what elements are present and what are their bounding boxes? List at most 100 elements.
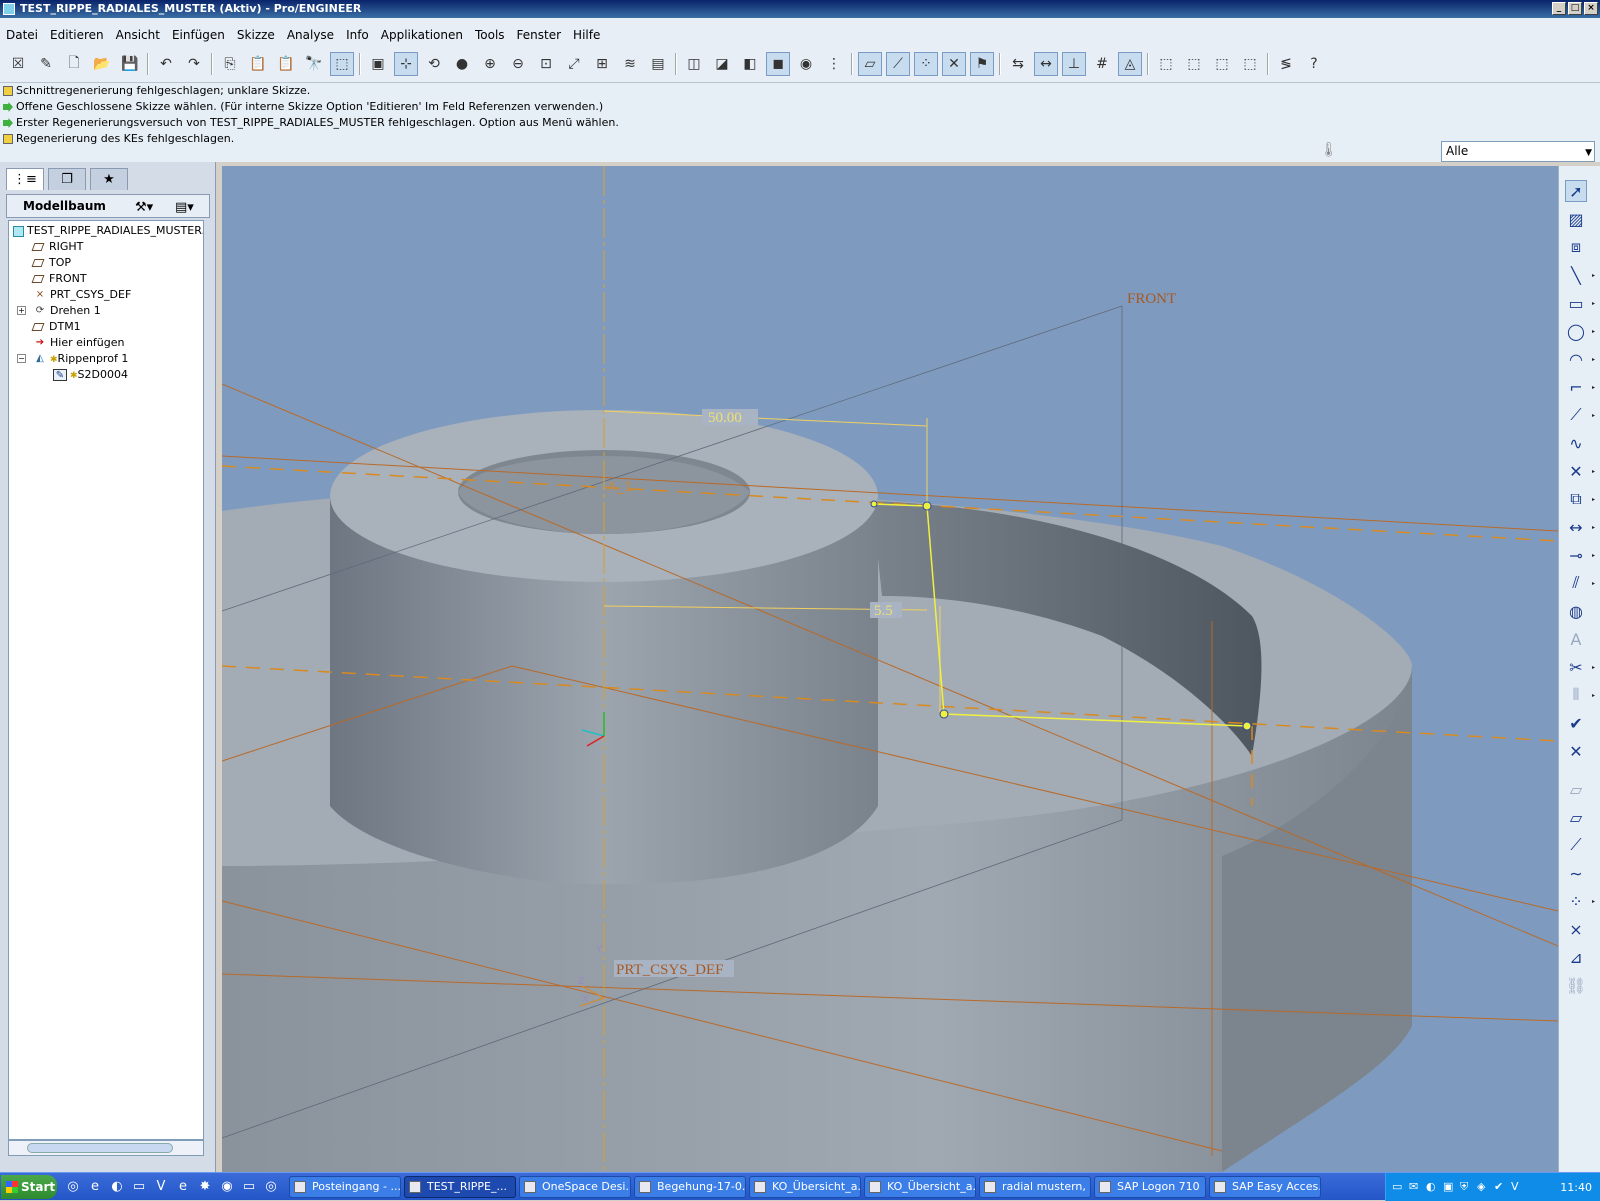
- tab-folder-browser[interactable]: ❐: [48, 168, 86, 190]
- menu-hilfe[interactable]: Hilfe: [567, 25, 606, 45]
- tree-item-rippenprof[interactable]: ◭ ✱Rippenprof 1: [33, 351, 128, 367]
- zoom-out-icon[interactable]: ⊖: [506, 52, 530, 76]
- menu-datei[interactable]: Datei: [0, 25, 44, 45]
- open-ends-icon[interactable]: ⬚: [1210, 52, 1234, 76]
- menu-ansicht[interactable]: Ansicht: [110, 25, 166, 45]
- tray-mail-icon[interactable]: ✉: [1409, 1180, 1423, 1194]
- task-onespace[interactable]: OneSpace Desi...: [519, 1175, 631, 1198]
- datum-planes-display-icon[interactable]: ▱: [858, 52, 882, 76]
- tray-folder-icon[interactable]: ▭: [1392, 1180, 1406, 1194]
- menu-skizze[interactable]: Skizze: [231, 25, 281, 45]
- outlook-icon[interactable]: ◐: [107, 1177, 127, 1197]
- select-arrow-icon[interactable]: ➚: [1565, 180, 1587, 202]
- hidden-line-icon[interactable]: ◪: [710, 52, 734, 76]
- selection-filter-dropdown[interactable]: Alle ▼: [1441, 141, 1595, 162]
- vertex-display-icon[interactable]: ◬: [1118, 52, 1142, 76]
- tree-item-top[interactable]: TOP: [31, 255, 71, 271]
- firefox-icon[interactable]: ◉: [217, 1177, 237, 1197]
- context-help-icon[interactable]: ?: [1302, 52, 1326, 76]
- tree-show-icon[interactable]: ▤▾: [175, 197, 194, 219]
- saved-views-icon[interactable]: ⊞: [590, 52, 614, 76]
- datum-axes-display-icon[interactable]: ⟋: [886, 52, 910, 76]
- task-ko-uebersicht-1[interactable]: KO_Übersicht_a...: [749, 1175, 861, 1198]
- menu-fenster[interactable]: Fenster: [511, 25, 568, 45]
- window-titlebar[interactable]: TEST_RIPPE_RADIALES_MUSTER (Aktiv) - Pro…: [0, 0, 1600, 18]
- trim-icon[interactable]: ✂ ▸: [1565, 656, 1595, 678]
- arc-icon[interactable]: ◠ ▸: [1565, 348, 1595, 370]
- quicklaunch-icon[interactable]: ◎: [63, 1177, 83, 1197]
- reorient-icon[interactable]: ⤢: [562, 52, 586, 76]
- feature-requirements-icon[interactable]: ⬚: [1238, 52, 1262, 76]
- tree-item-csys[interactable]: ⨯ PRT_CSYS_DEF: [33, 287, 132, 303]
- tree-horizontal-scrollbar[interactable]: [8, 1140, 204, 1156]
- ie-icon[interactable]: e: [85, 1177, 105, 1197]
- app-icon[interactable]: ✸: [195, 1177, 215, 1197]
- appearance-icon[interactable]: ◉: [794, 52, 818, 76]
- tree-item-insert-here[interactable]: ➔ Hier einfügen: [33, 335, 125, 351]
- view-icon[interactable]: V: [151, 1177, 171, 1197]
- orient-mode-icon[interactable]: ⟲: [422, 52, 446, 76]
- no-hidden-icon[interactable]: ◧: [738, 52, 762, 76]
- datum-points-display-icon[interactable]: ⁘: [914, 52, 938, 76]
- datum-curve-icon[interactable]: ∼: [1565, 862, 1587, 884]
- chamfer-icon[interactable]: ⟋ ▸: [1565, 404, 1595, 426]
- folder-icon[interactable]: ▭: [129, 1177, 149, 1197]
- minimize-button[interactable]: _: [1552, 2, 1566, 15]
- new-file-icon[interactable]: 🗋: [62, 52, 86, 76]
- graphics-window[interactable]: FRONT A_1 50.00 5.5 PRT_CSYS_DEF Y Z X: [222, 166, 1558, 1172]
- edit-icon[interactable]: ✎: [34, 52, 58, 76]
- fillet-icon[interactable]: ⌐ ▸: [1565, 376, 1595, 398]
- dimension-display-icon[interactable]: ↔: [1034, 52, 1058, 76]
- selection-box-icon[interactable]: ⬚: [330, 52, 354, 76]
- shade-closed-icon[interactable]: ⬚: [1154, 52, 1178, 76]
- task-begehung[interactable]: Begehung-17-0...: [634, 1175, 746, 1198]
- tree-settings-icon[interactable]: ⚒▾: [135, 197, 153, 219]
- menu-info[interactable]: Info: [340, 25, 375, 45]
- sketch-orientation-icon[interactable]: ⇆: [1006, 52, 1030, 76]
- wireframe-icon[interactable]: ◫: [682, 52, 706, 76]
- cancel-x-icon[interactable]: ✕: [1565, 740, 1587, 762]
- tray-app-icon[interactable]: ◈: [1477, 1180, 1491, 1194]
- measure-icon[interactable]: ≶: [1274, 52, 1298, 76]
- rectangle-icon[interactable]: ▭ ▸: [1565, 292, 1595, 314]
- zoom-in-icon[interactable]: ⊕: [478, 52, 502, 76]
- start-button[interactable]: Start: [1, 1174, 57, 1199]
- model-tree-toggle-icon[interactable]: ⋮: [822, 52, 846, 76]
- tray-check-icon[interactable]: ✔: [1494, 1180, 1508, 1194]
- undo-icon[interactable]: ↶: [154, 52, 178, 76]
- constraints-display-icon[interactable]: ⊥: [1062, 52, 1086, 76]
- menu-editieren[interactable]: Editieren: [44, 25, 110, 45]
- tray-security-icon[interactable]: ⛨: [1460, 1180, 1474, 1194]
- find-icon[interactable]: 🔭: [302, 52, 326, 76]
- accept-check-icon[interactable]: ✔: [1565, 712, 1587, 734]
- tray-network-icon[interactable]: ▣: [1443, 1180, 1457, 1194]
- spline-icon[interactable]: ∿: [1565, 432, 1587, 454]
- overlap-check-icon[interactable]: ⬚: [1182, 52, 1206, 76]
- tab-model-tree[interactable]: ⋮≡: [6, 168, 44, 190]
- task-posteingang[interactable]: Posteingang - ...: [289, 1175, 401, 1198]
- refit-icon[interactable]: ⊡: [534, 52, 558, 76]
- line-icon[interactable]: ╲ ▸: [1565, 264, 1595, 286]
- modify-icon[interactable]: ⊸ ▸: [1565, 544, 1595, 566]
- task-ko-uebersicht-2[interactable]: KO_Übersicht_a...: [864, 1175, 976, 1198]
- copy-icon[interactable]: ⎘: [218, 52, 242, 76]
- paste-special-icon[interactable]: 📋: [274, 52, 298, 76]
- grid-display-icon[interactable]: #: [1090, 52, 1114, 76]
- view-manager-icon[interactable]: ▤: [646, 52, 670, 76]
- save-icon[interactable]: 💾: [118, 52, 142, 76]
- close-button[interactable]: ×: [1584, 2, 1598, 15]
- tree-item-dtm1[interactable]: DTM1: [31, 319, 81, 335]
- references-icon[interactable]: ⧈: [1565, 236, 1587, 258]
- tray-vnc-icon[interactable]: V: [1511, 1180, 1525, 1194]
- use-edge-icon[interactable]: ⧉ ▸: [1565, 488, 1595, 510]
- paste-icon[interactable]: 📋: [246, 52, 270, 76]
- datum-axis-icon[interactable]: ⟋: [1565, 834, 1587, 856]
- annotation-display-icon[interactable]: ⚑: [970, 52, 994, 76]
- shaded-icon[interactable]: ◼: [766, 52, 790, 76]
- task-radial-mustern[interactable]: radial mustern, ...: [979, 1175, 1091, 1198]
- redo-icon[interactable]: ↷: [182, 52, 206, 76]
- circle-icon[interactable]: ◯ ▸: [1565, 320, 1595, 342]
- collapse-rippenprof-toggle[interactable]: −: [17, 354, 26, 363]
- task-proe[interactable]: TEST_RIPPE_...: [404, 1175, 516, 1198]
- task-sap-logon[interactable]: SAP Logon 710: [1094, 1175, 1206, 1198]
